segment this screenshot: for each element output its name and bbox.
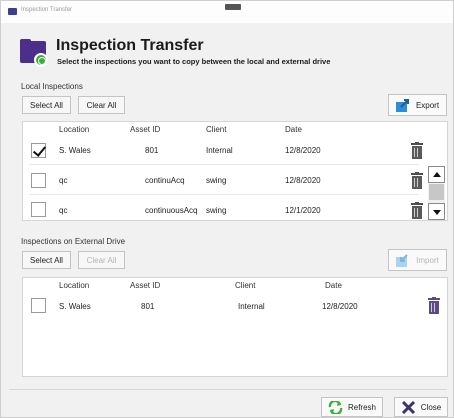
cell-location: qc xyxy=(59,206,68,215)
cell-client: Internal xyxy=(206,146,233,155)
refresh-icon xyxy=(328,399,343,415)
export-icon xyxy=(395,98,411,112)
cell-client: swing xyxy=(206,176,227,185)
cell-date: 12/8/2020 xyxy=(322,302,358,311)
delete-trash-icon[interactable] xyxy=(411,142,423,159)
close-icon xyxy=(401,400,416,414)
row-divider xyxy=(29,194,419,195)
row-divider xyxy=(29,164,419,165)
scroll-up-button[interactable] xyxy=(428,166,445,183)
cell-asset-id: continuousAcq xyxy=(145,206,198,215)
local-table-scrollbar[interactable] xyxy=(428,166,445,220)
refresh-button-label: Refresh xyxy=(347,402,376,412)
column-header-client[interactable]: Client xyxy=(235,281,255,290)
cell-client: Internal xyxy=(238,302,265,311)
folder-sync-icon xyxy=(20,39,50,69)
column-header-client[interactable]: Client xyxy=(206,125,226,134)
external-clear-all-button[interactable]: Clear All xyxy=(78,251,125,269)
window-title: Inspection Transfer xyxy=(21,7,73,13)
external-inspections-label: Inspections on External Drive xyxy=(21,237,126,246)
column-header-location[interactable]: Location xyxy=(59,281,89,290)
page-subtitle: Select the inspections you want to copy … xyxy=(57,57,331,66)
arrow-down-icon xyxy=(433,210,441,215)
delete-trash-icon[interactable] xyxy=(428,297,440,314)
column-header-asset-id[interactable]: Asset ID xyxy=(130,281,160,290)
drag-handle-icon[interactable] xyxy=(225,4,241,10)
cell-client: swing xyxy=(206,206,227,215)
page-title: Inspection Transfer xyxy=(56,37,204,54)
import-icon xyxy=(396,253,411,267)
local-select-all-button[interactable]: Select All xyxy=(22,96,71,114)
delete-trash-icon[interactable] xyxy=(411,202,423,219)
row-checkbox[interactable] xyxy=(31,202,46,217)
cell-asset-id: 801 xyxy=(145,146,159,155)
row-checkbox[interactable] xyxy=(31,143,46,158)
row-checkbox[interactable] xyxy=(31,298,46,313)
column-header-date[interactable]: Date xyxy=(325,281,342,290)
external-inspections-table: Location Asset ID Client Date S. Wales 8… xyxy=(22,277,448,377)
export-button-label: Export xyxy=(415,100,440,110)
delete-trash-icon[interactable] xyxy=(411,172,423,189)
export-button[interactable]: Export xyxy=(388,94,447,116)
column-header-location[interactable]: Location xyxy=(59,125,89,134)
import-button[interactable]: Import xyxy=(388,249,447,271)
cell-date: 12/8/2020 xyxy=(285,176,321,185)
title-bar: Inspection Transfer xyxy=(1,1,453,23)
cell-location: S. Wales xyxy=(59,302,91,311)
close-button[interactable]: Close xyxy=(394,397,448,417)
app-icon xyxy=(8,8,17,15)
column-header-asset-id[interactable]: Asset ID xyxy=(130,125,160,134)
arrow-up-icon xyxy=(433,172,441,177)
scroll-thumb[interactable] xyxy=(429,184,444,200)
import-button-label: Import xyxy=(416,255,439,265)
cell-asset-id: 801 xyxy=(141,302,155,311)
row-checkbox[interactable] xyxy=(31,173,46,188)
cell-date: 12/1/2020 xyxy=(285,206,321,215)
local-inspections-table: Location Asset ID Client Date S. Wales 8… xyxy=(22,121,448,221)
local-clear-all-button[interactable]: Clear All xyxy=(78,96,125,114)
cell-location: qc xyxy=(59,176,68,185)
local-inspections-label: Local Inspections xyxy=(21,82,83,91)
cell-asset-id: continuAcq xyxy=(145,176,185,185)
close-button-label: Close xyxy=(420,402,442,412)
footer-divider xyxy=(9,389,447,390)
external-select-all-button[interactable]: Select All xyxy=(22,251,71,269)
dialog-window: Inspection Transfer Inspection Transfer … xyxy=(0,0,454,418)
cell-location: S. Wales xyxy=(59,146,91,155)
scroll-down-button[interactable] xyxy=(428,203,445,220)
refresh-button[interactable]: Refresh xyxy=(321,397,383,417)
cell-date: 12/8/2020 xyxy=(285,146,321,155)
column-header-date[interactable]: Date xyxy=(285,125,302,134)
